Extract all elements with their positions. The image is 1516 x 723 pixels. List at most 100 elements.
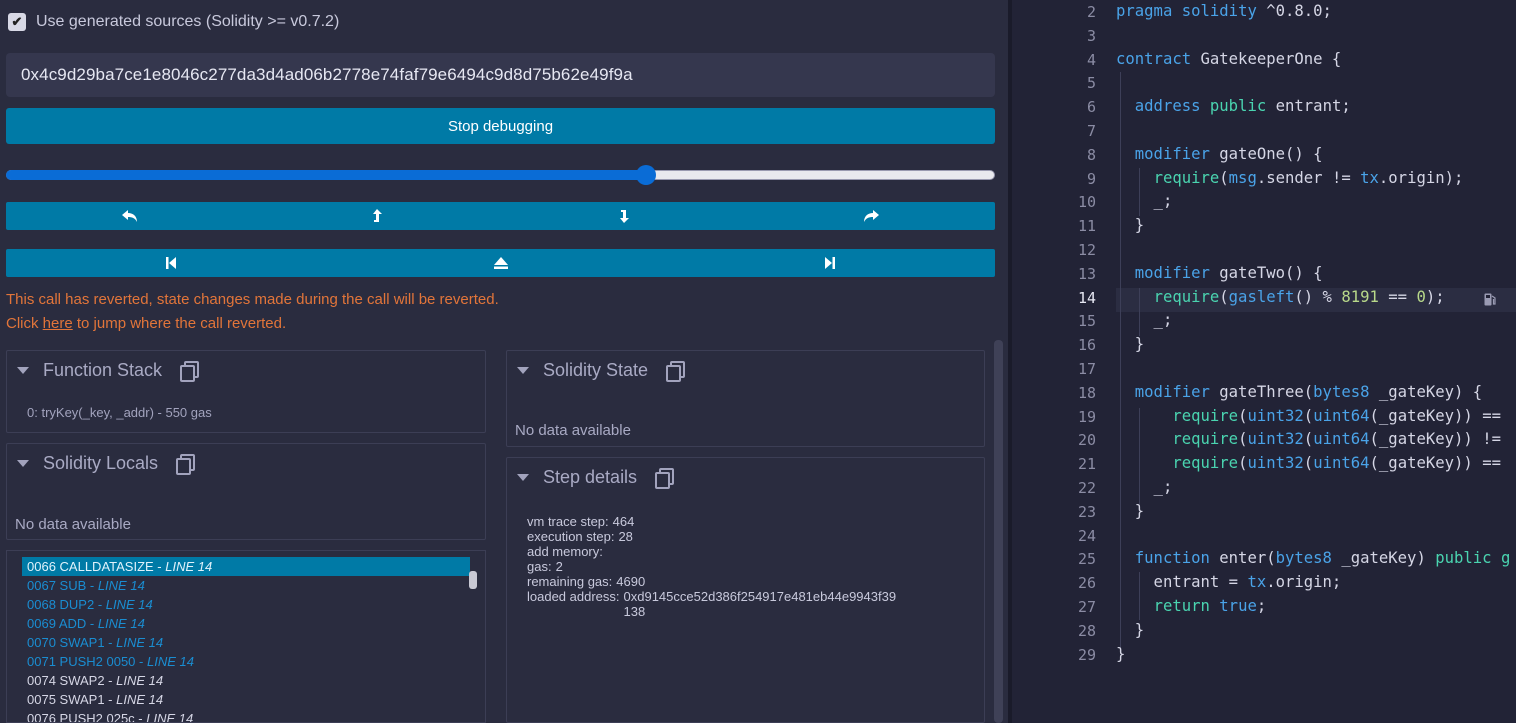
code-area[interactable]: pragma solidity ^0.8.0; contract Gatekeep… [1116, 0, 1516, 723]
function-stack-item: 0: tryKey(_key, _addr) - 550 gas [27, 405, 212, 420]
jump-next-breakpoint-button[interactable] [665, 249, 995, 277]
code-line[interactable]: } [1116, 502, 1144, 520]
revert-rest-text: to jump where the call reverted. [72, 315, 287, 332]
function-stack-title: Function Stack [43, 359, 163, 380]
caret-down-icon[interactable] [17, 459, 29, 467]
copy-icon[interactable] [176, 454, 196, 475]
revert-message: This call has reverted, state changes ma… [6, 291, 499, 308]
code-line[interactable]: modifier gateTwo() { [1116, 264, 1323, 282]
revert-click-text: Click [6, 315, 43, 332]
opcode-text: 0074 SWAP2 [27, 673, 105, 688]
opcode-line: LINE 14 [116, 635, 164, 650]
opcode-row[interactable]: 0071 PUSH2 0050 - LINE 14 [7, 652, 485, 671]
line-number: 22 [1077, 479, 1096, 497]
step-detail-row: vm trace step: 464 [527, 514, 984, 529]
code-line[interactable]: require(gasleft() % 8191 == 0); [1116, 288, 1445, 306]
caret-down-icon[interactable] [517, 473, 529, 481]
copy-icon[interactable] [655, 468, 675, 489]
step-back-button[interactable] [253, 202, 500, 230]
scrollbar-thumb[interactable] [469, 571, 477, 589]
stop-debugging-button[interactable]: Stop debugging [6, 108, 995, 144]
code-line[interactable]: modifier gateThree(bytes8 _gateKey) { [1116, 383, 1482, 401]
revert-warning: This call has reverted, state changes ma… [6, 288, 499, 336]
slider-fill [6, 170, 646, 180]
code-line[interactable]: pragma solidity ^0.8.0; [1116, 2, 1332, 20]
share-icon [864, 210, 880, 222]
opcode-text: 0075 SWAP1 [27, 692, 105, 707]
opcode-row[interactable]: 0066 CALLDATASIZE - LINE 14 [22, 557, 470, 576]
caret-down-icon[interactable] [517, 366, 529, 374]
step-over-back-button[interactable] [6, 202, 253, 230]
line-number-gutter: 2 3 4 5 6 7 8 9 10 11 12 13 14 15 16 17 18 19 20 21 22 23 24 25… [1012, 0, 1104, 723]
code-line[interactable]: _; [1116, 311, 1173, 329]
line-number: 14 [1077, 288, 1096, 307]
opcode-text: 0066 CALLDATASIZE [27, 559, 154, 574]
step-into-button[interactable] [501, 202, 748, 230]
no-data-text: No data available [515, 422, 631, 439]
tx-hash-input[interactable]: 0x4c9d29ba7ce1e8046c277da3d4ad06b2778e74… [6, 53, 995, 97]
code-line[interactable]: entrant = tx.origin; [1116, 573, 1342, 591]
solidity-locals-header[interactable]: Solidity Locals [7, 444, 485, 482]
code-line[interactable]: require(uint32(uint64(_gateKey)) == [1116, 454, 1501, 472]
opcode-line: LINE 14 [97, 616, 145, 631]
code-line[interactable]: _; [1116, 192, 1173, 210]
line-number: 28 [1077, 621, 1096, 640]
opcode-text: 0076 PUSH2 025c [27, 711, 135, 723]
no-data-text: No data available [15, 516, 131, 533]
step-details-list: vm trace step: 464 execution step: 28 add me… [507, 496, 984, 619]
code-line[interactable]: require(uint32(uint64(_gateKey)) == [1116, 407, 1501, 425]
function-stack-panel: Function Stack 0: tryKey(_key, _addr) - … [6, 350, 486, 433]
step-details-header[interactable]: Step details [507, 458, 984, 496]
line-number: 7 [1086, 122, 1096, 140]
step-over-forward-button[interactable] [748, 202, 995, 230]
step-detail-row: loaded address: 0xd9145cce52d386f254917e4… [527, 589, 984, 619]
code-line[interactable]: require(msg.sender != tx.origin); [1116, 169, 1464, 187]
step-detail-value: 28 [618, 529, 633, 544]
code-line[interactable]: return true; [1116, 597, 1267, 615]
opcode-list[interactable]: 0066 CALLDATASIZE - LINE 14 0067 SUB - LI… [6, 550, 486, 723]
step-details-title: Step details [543, 466, 638, 487]
copy-icon[interactable] [180, 361, 200, 382]
function-stack-header[interactable]: Function Stack [7, 351, 485, 389]
opcode-row[interactable]: 0074 SWAP2 - LINE 14 [7, 671, 485, 690]
slider-thumb[interactable] [635, 165, 656, 185]
gas-pump-icon[interactable] [1484, 293, 1496, 306]
line-number: 25 [1077, 550, 1096, 569]
opcode-row[interactable]: 0069 ADD - LINE 14 [7, 614, 485, 633]
line-number: 6 [1086, 98, 1096, 117]
checkbox[interactable]: ✔ [8, 13, 26, 31]
jump-out-button[interactable] [336, 249, 666, 277]
opcode-row[interactable]: 0076 PUSH2 025c - LINE 14 [7, 709, 485, 723]
opcode-text: 0067 SUB [27, 578, 87, 593]
jump-to-revert-link[interactable]: here [43, 315, 73, 332]
code-line[interactable]: function enter(bytes8 _gateKey) public g [1116, 549, 1511, 567]
opcode-row[interactable]: 0068 DUP2 - LINE 14 [7, 595, 485, 614]
jump-navigation-bar [6, 249, 995, 277]
step-slider[interactable] [6, 165, 995, 185]
jump-previous-breakpoint-button[interactable] [6, 249, 336, 277]
panel-scrollbar[interactable] [994, 340, 1003, 723]
code-line[interactable]: } [1116, 216, 1144, 234]
code-line[interactable]: } [1116, 645, 1125, 663]
opcode-row[interactable]: 0067 SUB - LINE 14 [7, 576, 485, 595]
line-number: 2 [1086, 3, 1096, 21]
step-detail-key: remaining gas: [527, 574, 613, 589]
generated-sources-option[interactable]: ✔ Use generated sources (Solidity >= v0.… [8, 10, 339, 34]
code-line[interactable]: contract GatekeeperOne { [1116, 50, 1341, 68]
code-line[interactable]: _; [1116, 478, 1173, 496]
code-editor[interactable]: 2 3 4 5 6 7 8 9 10 11 12 13 14 15 16 17 18 19 20 21 22 23 24 25… [1012, 0, 1516, 723]
solidity-state-header[interactable]: Solidity State [507, 351, 984, 389]
checkbox-label: Use generated sources (Solidity >= v0.7.… [36, 13, 340, 30]
opcode-row[interactable]: 0075 SWAP1 - LINE 14 [7, 690, 485, 709]
caret-down-icon[interactable] [17, 366, 29, 374]
step-detail-value: 0xd9145cce52d386f254917e481eb44e9943f39 … [623, 589, 897, 619]
opcode-row[interactable]: 0070 SWAP1 - LINE 14 [7, 633, 485, 652]
code-line[interactable]: modifier gateOne() { [1116, 145, 1323, 163]
code-line[interactable]: address public entrant; [1116, 97, 1351, 115]
code-line[interactable]: } [1116, 621, 1144, 639]
step-detail-row: remaining gas: 4690 [527, 574, 984, 589]
code-line[interactable]: require(uint32(uint64(_gateKey)) != [1116, 430, 1501, 448]
copy-icon[interactable] [666, 361, 686, 382]
step-detail-value: 4690 [616, 574, 646, 589]
code-line[interactable]: } [1116, 335, 1144, 353]
